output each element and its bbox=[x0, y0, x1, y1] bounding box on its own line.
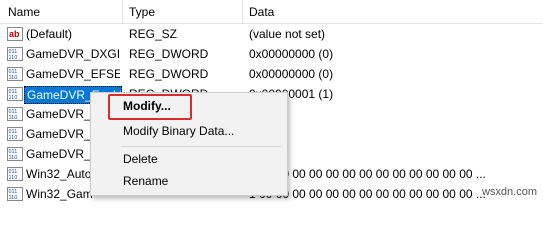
svg-text:110: 110 bbox=[9, 95, 18, 101]
column-header-type[interactable]: Type bbox=[129, 5, 155, 19]
column-header-name[interactable]: Name bbox=[8, 5, 40, 19]
svg-text:110: 110 bbox=[9, 195, 18, 201]
table-row[interactable]: ab (Default) REG_SZ (value not set) bbox=[0, 24, 543, 44]
menu-item-modify-binary-data[interactable]: Modify Binary Data... bbox=[91, 120, 287, 142]
menu-item-label: Rename bbox=[123, 174, 169, 188]
svg-text:110: 110 bbox=[9, 115, 18, 121]
svg-text:110: 110 bbox=[9, 75, 18, 81]
cell-name: GameDVR_EFSE... bbox=[26, 67, 120, 81]
cell-name: (Default) bbox=[26, 27, 73, 41]
cell-data: 0x00000000 (0) bbox=[249, 67, 334, 81]
binary-value-icon: 011 110 bbox=[7, 107, 23, 121]
column-header-data[interactable]: Data bbox=[249, 5, 274, 19]
cell-data: (value not set) bbox=[249, 27, 326, 41]
binary-value-icon: 011 110 bbox=[7, 87, 23, 101]
cell-type: REG_DWORD bbox=[129, 47, 209, 61]
list-header: Name Type Data bbox=[0, 0, 543, 24]
cell-type: REG_SZ bbox=[129, 27, 178, 41]
svg-text:110: 110 bbox=[9, 55, 18, 61]
binary-value-icon: 011 110 bbox=[7, 67, 23, 81]
menu-item-delete[interactable]: Delete bbox=[91, 148, 287, 170]
table-row[interactable]: 011 110 GameDVR_DXGI... REG_DWORD 0x00000000… bbox=[0, 44, 543, 64]
highlight-box bbox=[108, 94, 192, 120]
svg-text:110: 110 bbox=[9, 155, 18, 161]
svg-text:110: 110 bbox=[9, 175, 18, 181]
cell-data: 0x00000001 (1) bbox=[249, 87, 334, 101]
cell-name: GameDVR_DXGI... bbox=[26, 47, 120, 61]
cell-data: 1 00 00 00 00 00 00 00 00 00 00 00 00 00… bbox=[249, 167, 486, 181]
svg-text:ab: ab bbox=[9, 29, 20, 39]
binary-value-icon: 011 110 bbox=[7, 187, 23, 201]
binary-value-icon: 011 110 bbox=[7, 127, 23, 141]
table-row[interactable]: 011110GameDVR_EFSE... REG_DWORD 0x00000000… bbox=[0, 64, 543, 84]
binary-value-icon: 011 110 bbox=[7, 47, 23, 61]
column-divider[interactable] bbox=[122, 0, 123, 23]
string-value-icon: ab bbox=[7, 27, 23, 41]
binary-value-icon: 011 110 bbox=[7, 167, 23, 181]
menu-item-rename[interactable]: Rename bbox=[91, 170, 287, 192]
menu-item-label: Delete bbox=[123, 152, 158, 166]
watermark: wsxdn.com bbox=[481, 186, 537, 198]
svg-text:110: 110 bbox=[9, 135, 18, 141]
menu-separator bbox=[121, 146, 281, 147]
menu-item-label: Modify Binary Data... bbox=[123, 124, 235, 138]
cell-type: REG_DWORD bbox=[129, 67, 209, 81]
column-divider[interactable] bbox=[242, 0, 243, 23]
binary-value-icon: 011 110 bbox=[7, 147, 23, 161]
cell-data: 0x00000000 (0) bbox=[249, 47, 334, 61]
